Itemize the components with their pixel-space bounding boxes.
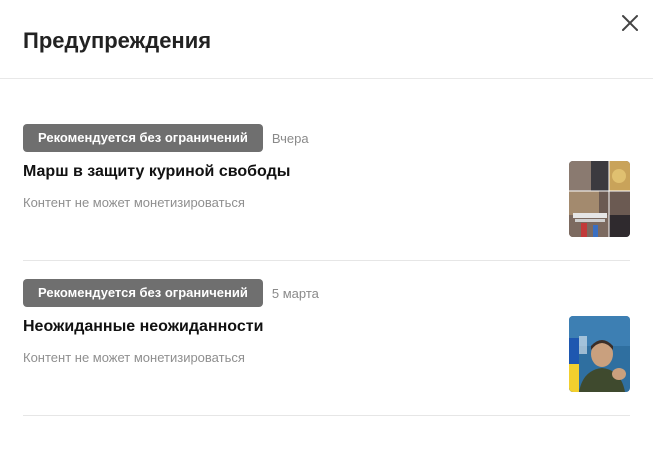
status-badge: Рекомендуется без ограничений (23, 124, 263, 152)
item-date: 5 марта (271, 285, 319, 301)
collage-thumbnail-image (569, 161, 630, 237)
item-title[interactable]: Неожиданные неожиданности (23, 318, 263, 336)
dialog-header: Предупреждения (0, 0, 653, 79)
item-meta: Рекомендуется без ограничений 5 марта (23, 279, 319, 307)
video-thumbnail[interactable] (569, 316, 630, 392)
close-button[interactable] (619, 12, 641, 34)
list-item[interactable]: Рекомендуется без ограничений 5 марта Не… (23, 261, 630, 416)
video-thumbnail[interactable] (569, 161, 630, 237)
warnings-dialog: Предупреждения Рекомендуется без огранич… (0, 0, 653, 457)
item-date: Вчера (271, 130, 309, 146)
dialog-title: Предупреждения (23, 28, 212, 53)
item-title[interactable]: Марш в защиту куриной свободы (23, 163, 290, 181)
person-thumbnail-image (569, 316, 630, 392)
item-meta: Рекомендуется без ограничений Вчера (23, 124, 309, 152)
item-subtitle: Контент не может монетизироваться (23, 350, 245, 365)
status-badge: Рекомендуется без ограничений (23, 279, 263, 307)
close-icon (622, 15, 638, 31)
item-subtitle: Контент не может монетизироваться (23, 195, 245, 210)
list-item[interactable]: Рекомендуется без ограничений Вчера Марш… (23, 79, 630, 261)
warnings-list: Рекомендуется без ограничений Вчера Марш… (23, 79, 630, 416)
